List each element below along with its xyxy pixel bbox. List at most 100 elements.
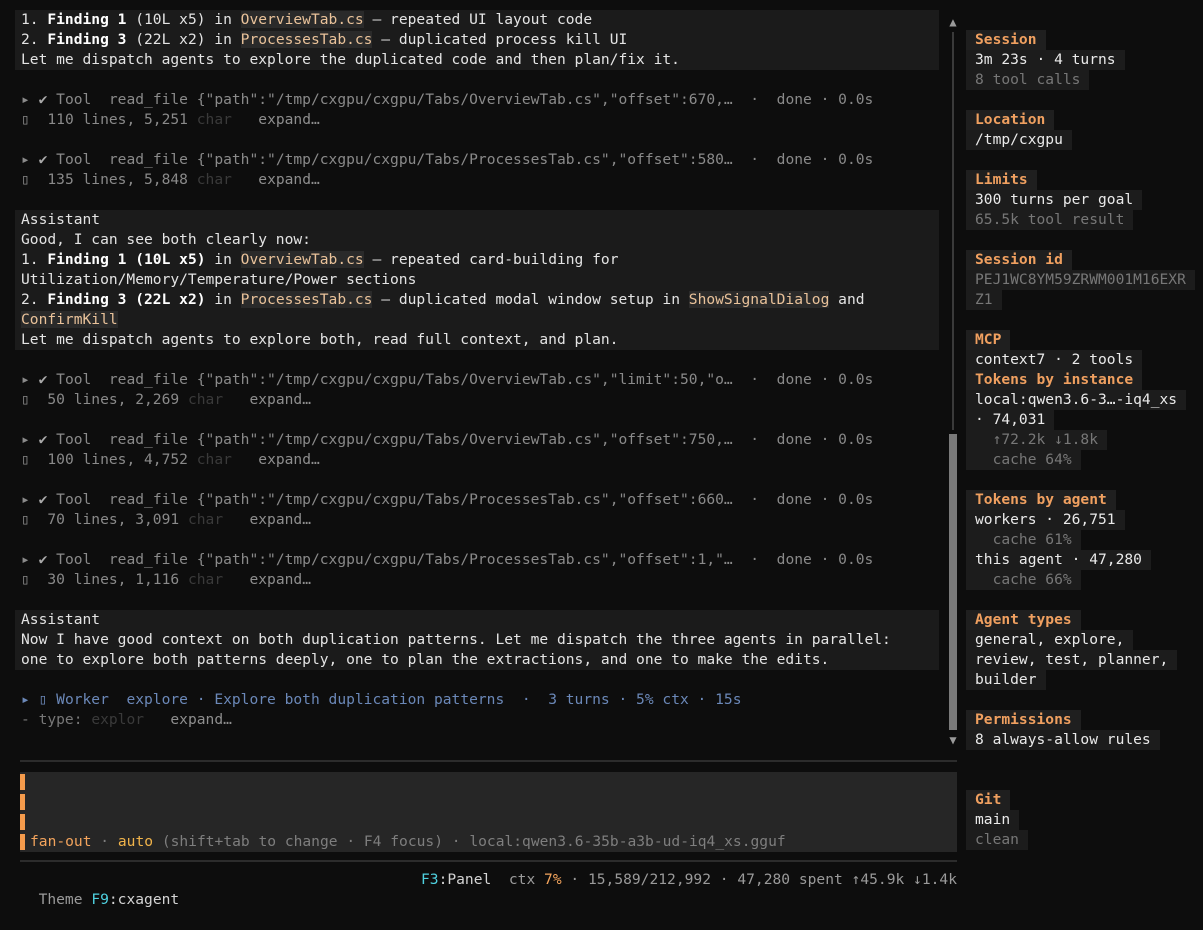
session-duration: 3m 23s · 4 turns xyxy=(966,50,1125,70)
expand-arrow-icon[interactable]: ▸ xyxy=(21,371,39,388)
expand-link[interactable]: expand… xyxy=(249,571,311,588)
instance-tokens: · 74,031 xyxy=(966,410,1055,430)
message-line: Good, I can see both clearly now: xyxy=(21,231,311,248)
session-id: Z1 xyxy=(966,290,1002,310)
session-tool-calls: 8 tool calls xyxy=(966,70,1090,90)
message-line: 1. Finding 1 (10L x5) in OverviewTab.cs … xyxy=(21,251,619,268)
check-icon: ✔ xyxy=(38,431,57,448)
result-icon: ▯ xyxy=(21,451,30,468)
input-gutter xyxy=(20,794,25,810)
ctx-percent: 7% xyxy=(544,871,562,888)
git-status: clean xyxy=(966,830,1028,850)
file-ref: ProcessesTab.cs xyxy=(240,291,373,308)
theme-label: Theme xyxy=(38,891,83,908)
status-bar: Theme F9:cxagent F3:Panel ctx 7% · 15,58… xyxy=(21,870,957,908)
message-line: 1. Finding 1 (10L x5) in OverviewTab.cs … xyxy=(21,11,593,28)
message-line: ConfirmKill xyxy=(21,310,939,330)
panel-label[interactable]: :Panel xyxy=(439,871,492,888)
expand-arrow-icon[interactable]: ▸ xyxy=(21,91,39,108)
assistant-message: Assistant Now I have good context on bot… xyxy=(15,610,939,670)
file-ref: OverviewTab.cs xyxy=(240,251,364,268)
result-icon: ▯ xyxy=(21,111,30,128)
file-ref: ProcessesTab.cs xyxy=(240,31,373,48)
expand-link[interactable]: expand… xyxy=(258,111,320,128)
prompt-input[interactable]: fan-out · auto (shift+tab to change · F4… xyxy=(20,772,957,852)
tool-call-row[interactable]: ▸ ✔ Tool read_file {"path":"/tmp/cxgpu/c… xyxy=(15,490,939,510)
section-title: Permissions xyxy=(966,710,1081,730)
mode-indicator: fan-out · auto (shift+tab to change · F4… xyxy=(30,833,786,850)
tool-result-row: ▯ 70 lines, 3,091 char expand… xyxy=(21,511,311,528)
result-icon: ▯ xyxy=(21,571,30,588)
tool-result-row: ▯ 50 lines, 2,269 char expand… xyxy=(21,391,311,408)
expand-arrow-icon[interactable]: ▸ xyxy=(21,431,39,448)
scroll-down-icon[interactable]: ▼ xyxy=(946,730,960,750)
info-panel: Session 3m 23s · 4 turns 8 tool calls Lo… xyxy=(966,30,1196,850)
result-icon: ▯ xyxy=(21,391,30,408)
panel-key[interactable]: F3 xyxy=(421,871,439,888)
agent-type-list: general, explore, xyxy=(966,630,1134,650)
section-title: Session id xyxy=(966,250,1072,270)
section-title: Session xyxy=(966,30,1046,50)
mode-value[interactable]: auto xyxy=(118,833,153,850)
section-title: Limits xyxy=(966,170,1037,190)
conversation-scrollbar[interactable]: ▲ ▼ xyxy=(946,12,960,750)
instance-io: ↑72.2k ↓1.8k xyxy=(966,430,1108,450)
worker-detail-row: - type: explor expand… xyxy=(21,711,232,728)
section-title: Location xyxy=(966,110,1055,130)
theme-value[interactable]: :cxagent xyxy=(109,891,179,908)
section-title: Tokens by instance xyxy=(966,370,1143,390)
agent-type-list: builder xyxy=(966,670,1046,690)
symbol-ref: ShowSignalDialog xyxy=(688,291,830,308)
expand-link[interactable]: expand… xyxy=(258,171,320,188)
expand-arrow-icon[interactable]: ▸ xyxy=(21,151,39,168)
agent-cache: cache 61% xyxy=(966,530,1081,550)
expand-arrow-icon[interactable]: ▸ xyxy=(21,491,39,508)
limit-turns: 300 turns per goal xyxy=(966,190,1143,210)
tool-call-row[interactable]: ▸ ✔ Tool read_file {"path":"/tmp/cxgpu/c… xyxy=(15,150,939,170)
ctx-details: · 15,589/212,992 · 47,280 spent ↑45.9k ↓… xyxy=(561,871,957,888)
message-line: Let me dispatch agents to explore the du… xyxy=(21,51,680,68)
expand-link[interactable]: expand… xyxy=(249,511,311,528)
worker-icon: ▯ xyxy=(38,691,57,708)
permissions-summary: 8 always-allow rules xyxy=(966,730,1160,750)
session-id: PEJ1WC8YM59ZRWM001M16EXR xyxy=(966,270,1195,290)
section-title: Tokens by agent xyxy=(966,490,1116,510)
expand-link[interactable]: expand… xyxy=(249,391,311,408)
check-icon: ✔ xyxy=(38,491,57,508)
instance-name: local:qwen3.6-3…-iq4_xs xyxy=(966,390,1187,410)
message-line: 2. Finding 3 (22L x2) in ProcessesTab.cs… xyxy=(21,291,865,308)
tool-result-row: ▯ 30 lines, 1,116 char expand… xyxy=(21,571,311,588)
theme-key[interactable]: F9 xyxy=(91,891,109,908)
assistant-message: Assistant Good, I can see both clearly n… xyxy=(15,210,939,350)
expand-link[interactable]: expand… xyxy=(258,451,320,468)
check-icon: ✔ xyxy=(38,371,57,388)
agent-type-list: review, test, planner, xyxy=(966,650,1178,670)
tool-call-row[interactable]: ▸ ✔ Tool read_file {"path":"/tmp/cxgpu/c… xyxy=(15,550,939,570)
status-right: F3:Panel ctx 7% · 15,589/212,992 · 47,28… xyxy=(421,871,957,888)
tool-call-row[interactable]: ▸ ✔ Tool read_file {"path":"/tmp/cxgpu/c… xyxy=(15,90,939,110)
result-icon: ▯ xyxy=(21,511,30,528)
result-icon: ▯ xyxy=(21,171,30,188)
message-line: Let me dispatch agents to explore both, … xyxy=(21,331,619,348)
expand-arrow-icon[interactable]: ▸ xyxy=(21,691,39,708)
scroll-thumb[interactable] xyxy=(949,434,957,730)
agent-cache: cache 66% xyxy=(966,570,1081,590)
symbol-ref: ConfirmKill xyxy=(21,311,118,328)
instance-cache: cache 64% xyxy=(966,450,1081,470)
tool-call-row[interactable]: ▸ ✔ Tool read_file {"path":"/tmp/cxgpu/c… xyxy=(15,430,939,450)
expand-arrow-icon[interactable]: ▸ xyxy=(21,551,39,568)
git-branch: main xyxy=(966,810,1020,830)
assistant-message: 1. Finding 1 (10L x5) in OverviewTab.cs … xyxy=(15,10,939,70)
location-path: /tmp/cxgpu xyxy=(966,130,1072,150)
input-gutter xyxy=(20,774,25,790)
worker-row[interactable]: ▸ ▯ Worker explore · Explore both duplic… xyxy=(15,690,939,710)
role-label: Assistant xyxy=(21,611,101,628)
limit-tool-result: 65.5k tool result xyxy=(966,210,1134,230)
scroll-track[interactable] xyxy=(952,32,954,430)
tool-result-row: ▯ 100 lines, 4,752 char expand… xyxy=(21,451,320,468)
scroll-up-icon[interactable]: ▲ xyxy=(946,12,960,32)
tool-call-row[interactable]: ▸ ✔ Tool read_file {"path":"/tmp/cxgpu/c… xyxy=(15,370,939,390)
tool-result-row: ▯ 135 lines, 5,848 char expand… xyxy=(21,171,320,188)
mode-name: fan-out xyxy=(30,833,92,850)
expand-link[interactable]: expand… xyxy=(170,711,232,728)
